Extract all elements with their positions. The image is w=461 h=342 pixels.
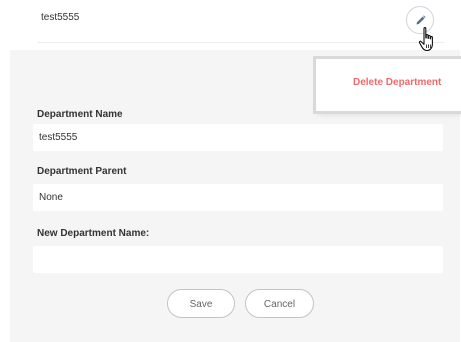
department-name-field[interactable]: test5555 xyxy=(33,124,443,151)
hand-pointer-icon xyxy=(418,27,433,52)
department-row: test5555 xyxy=(0,0,461,44)
department-parent-select[interactable]: None xyxy=(33,184,443,211)
department-title: test5555 xyxy=(41,12,80,23)
divider xyxy=(37,42,444,43)
department-parent-label: Department Parent xyxy=(37,166,127,177)
department-name-label: Department Name xyxy=(37,109,123,120)
save-button[interactable]: Save xyxy=(167,289,235,318)
delete-department-item[interactable]: Delete Department xyxy=(353,77,441,88)
new-department-name-input[interactable] xyxy=(33,246,443,273)
new-department-name-label: New Department Name: xyxy=(37,228,150,239)
department-actions-menu: Delete Department xyxy=(316,59,461,111)
cancel-button[interactable]: Cancel xyxy=(245,289,314,318)
